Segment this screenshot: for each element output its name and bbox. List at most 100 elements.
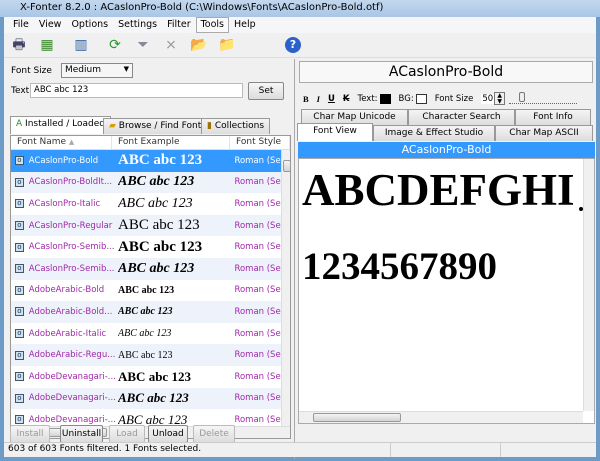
table-row[interactable]: o ACaslonPro-Italic ABC abc 123 Roman (Se	[11, 193, 281, 215]
opentype-font-icon: o	[15, 177, 24, 187]
underline-button[interactable]: U	[328, 94, 335, 104]
scroll-thumb[interactable]	[283, 160, 290, 172]
opentype-font-icon: o	[15, 393, 24, 403]
font-name: AdobeDevanagari-...	[28, 371, 116, 382]
font-style: Roman (Se	[234, 285, 281, 296]
column-font-name[interactable]: Font Name ▲	[11, 136, 112, 149]
font-size-slider[interactable]	[509, 91, 578, 104]
preview-hscrollbar[interactable]	[299, 411, 583, 423]
delete-button[interactable]: Delete	[193, 425, 235, 443]
unload-button[interactable]: Unload	[148, 425, 188, 443]
menu-help[interactable]: Help	[229, 17, 261, 33]
clear-filter-icon[interactable]: ⨯	[161, 36, 181, 54]
main-window: File View Options Settings Filter Tools …	[4, 17, 596, 459]
set-button[interactable]: Set	[248, 82, 284, 100]
table-row[interactable]: o ACaslonPro-Semib... ABC abc 123 Roman (Se	[11, 257, 281, 280]
tab-char-map-ascii[interactable]: Char Map ASCII	[495, 125, 593, 141]
tab-label: Installed / Loaded	[25, 119, 105, 129]
font-name: AdobeDevanagari-...	[28, 393, 116, 404]
table-row[interactable]: o AdobeArabic-Bold... ABC abc 123 Roman (Se	[11, 301, 281, 323]
table-row[interactable]: o ACaslonPro-Regular ABC abc 123 Roman (Se	[11, 214, 281, 237]
left-panel: Font Size Medium ▼ Text ABC abc 123 Set A…	[5, 59, 292, 441]
font-size-label: Font Size	[434, 93, 474, 104]
table-row[interactable]: o AdobeDevanagari-... ABC abc 123 Roman (Se	[11, 387, 281, 410]
menu-filter[interactable]: Filter	[162, 17, 196, 33]
font-example: ABC abc 123	[118, 217, 200, 234]
table-row[interactable]: o AdobeArabic-Regu... ABC abc 123 Roman (Se	[11, 344, 281, 366]
column-font-example[interactable]: Font Example	[112, 136, 230, 149]
font-style: Roman (Se	[234, 393, 281, 404]
list-vscrollbar[interactable]	[281, 150, 290, 426]
menu-tools[interactable]: Tools	[195, 17, 230, 33]
opentype-font-icon: o	[15, 350, 24, 360]
slider-thumb[interactable]	[519, 91, 526, 102]
table-row[interactable]: o ACaslonPro-Semib... ABC abc 123 Roman (Se	[11, 236, 281, 258]
menu-view[interactable]: View	[34, 17, 67, 33]
spreadsheet-icon[interactable]: ▦	[37, 36, 57, 54]
text-color-label: Text:	[357, 93, 378, 104]
font-example: ABC abc 123	[118, 238, 203, 255]
right-panel: ACaslonPro-Bold B I U K Text: BG: Font S…	[294, 59, 596, 459]
tab-character-search[interactable]: Character Search	[408, 109, 515, 125]
table-row[interactable]: o ACaslonPro-Bold ABC abc 123 Roman (Se	[11, 150, 281, 172]
help-icon[interactable]: ?	[285, 37, 301, 53]
italic-button[interactable]: I	[317, 94, 320, 104]
font-size-input[interactable]: 50	[481, 93, 495, 104]
font-size-select[interactable]: Medium ▼	[61, 63, 133, 78]
tab-font-view[interactable]: Font View	[297, 123, 373, 141]
font-size-spinner[interactable]: ▲ ▼	[494, 92, 506, 105]
menu-settings[interactable]: Settings	[113, 17, 162, 33]
font-example: ABC abc 123	[118, 260, 195, 276]
preview-header: ACaslonPro-Bold	[298, 142, 595, 158]
bold-button[interactable]: B	[303, 94, 309, 104]
install-icon[interactable]: 📂	[189, 36, 209, 54]
preview-vscrollbar[interactable]	[583, 159, 594, 411]
bg-color-swatch[interactable]	[415, 93, 427, 104]
font-icon: A	[16, 119, 23, 129]
font-style: Roman (Se	[234, 414, 281, 425]
load-button[interactable]: Load	[109, 425, 145, 443]
font-style: Roman (Se	[234, 263, 281, 274]
menu-file[interactable]: File	[8, 17, 34, 33]
menu-bar: File View Options Settings Filter Tools …	[4, 17, 596, 33]
font-style: Roman (Se	[234, 242, 281, 253]
table-row[interactable]: o ACaslonPro-BoldIt... ABC abc 123 Roman (S…	[11, 171, 281, 194]
font-example: ABC abc 123	[118, 284, 175, 296]
tab-collections[interactable]: ▮ Collections	[201, 118, 271, 134]
status-text: 603 of 603 Fonts filtered. 1 Fonts selec…	[8, 444, 202, 454]
font-list: Font Name ▲ Font Example Font Style o ACa…	[10, 135, 291, 439]
scroll-thumb[interactable]	[313, 413, 401, 422]
chevron-down-icon: ▼	[123, 65, 129, 73]
font-size-label: Font Size	[11, 66, 52, 76]
list-header: Font Name ▲ Font Example Font Style	[11, 136, 290, 150]
column-font-style[interactable]: Font Style	[230, 136, 290, 149]
text-color-swatch[interactable]	[379, 93, 391, 104]
table-row[interactable]: o AdobeArabic-Bold ABC abc 123 Roman (Se	[11, 280, 281, 302]
font-size-value: Medium	[65, 65, 101, 75]
refresh-icon[interactable]: ⟳	[105, 36, 125, 54]
opentype-font-icon: o	[15, 415, 24, 425]
strikethrough-button[interactable]: K	[343, 94, 350, 104]
font-name: AdobeArabic-Regu...	[28, 350, 116, 361]
uninstall-button[interactable]: Uninstall	[60, 425, 103, 443]
tab-font-info[interactable]: Font Info	[515, 109, 591, 125]
install-button[interactable]: Install	[10, 425, 50, 443]
font-example: ABC abc 123	[118, 306, 173, 318]
export-icon[interactable]: 📁	[217, 36, 237, 54]
font-name: AdobeDevanagari-...	[28, 414, 116, 425]
print-icon[interactable]: 🖶	[9, 36, 29, 54]
text-input[interactable]: ABC abc 123	[30, 83, 243, 98]
table-row[interactable]: o AdobeArabic-Italic ABC abc 123 Roman (Se	[11, 323, 281, 345]
filter-icon[interactable]: ⏷	[133, 36, 153, 54]
status-divider	[390, 443, 391, 457]
menu-options[interactable]: Options	[66, 17, 113, 33]
tab-browse-find[interactable]: ▰ Browse / Find Fonts	[103, 118, 212, 134]
tab-installed-loaded[interactable]: A Installed / Loaded	[10, 116, 111, 134]
font-style: Roman (Se	[234, 155, 281, 166]
table-row[interactable]: o AdobeDevanagari-... ABC abc 123 Roman (Se	[11, 366, 281, 388]
preview-digits: 1234567890	[302, 245, 497, 288]
tab-image-effect-studio[interactable]: Image & Effect Studio	[373, 125, 495, 141]
font-style: Roman (Se	[234, 177, 281, 188]
bg-color-label: BG:	[398, 93, 414, 104]
catalog-icon[interactable]: ▥	[71, 36, 91, 54]
